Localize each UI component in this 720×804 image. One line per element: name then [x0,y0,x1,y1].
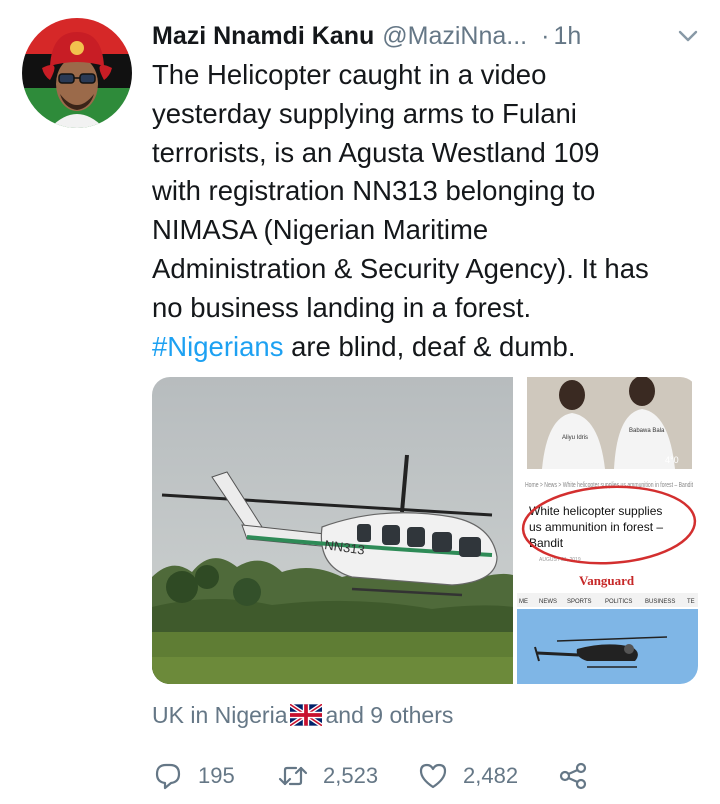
retweet-count: 2,523 [323,763,379,788]
vanguard-nav-item: ME [519,599,528,605]
vanguard-logo: Vanguard [579,573,635,588]
media-photo-helicopter[interactable]: NN313 [152,377,513,684]
hashtag-link[interactable]: #Nigerians [152,331,283,362]
vanguard-nav-item: SPORTS [567,599,592,605]
author-name[interactable]: Mazi Nnamdi Kanu [152,22,374,51]
clip-headline-line: us ammunition in forest – [529,520,663,534]
vanguard-nav-item: BUSINESS [645,599,675,605]
share-button[interactable] [557,760,589,792]
share-icon [559,762,587,790]
timestamp[interactable]: 1h [553,22,581,51]
tweet-actions: 195 2,523 2,482 [152,756,622,796]
tweet-text: The Helicopter caught in a video yesterd… [152,56,700,366]
clip-shirt-label-left: Aliyu Idris [562,435,588,441]
tweet-text-tail: are blind, deaf & dumb. [283,330,576,362]
tweet-header: Mazi Nnamdi Kanu @MaziNna... · 1h [152,18,702,54]
tweet-text-line: no business landing in a forest. [152,291,532,323]
media-photo-vanguard[interactable]: Vanguard ME NEWS SPORTS POLITICS BUSINES… [517,569,698,684]
tweet-text-line: #Nigerians are blind, deaf & dumb. [152,328,700,367]
separator-dot: · [541,21,550,50]
reply-count: 195 [198,763,235,788]
avatar-image [22,18,132,128]
clip-count-badge: 4°0 [665,455,679,465]
media-grid: NN313 Aliyu Idris Babawa Bala 4°0 Home >… [152,377,698,684]
chevron-down-icon[interactable] [674,22,702,50]
tweet-text-line: Administration & Security Agency). It ha… [152,252,649,284]
uk-flag-icon [289,704,322,726]
author-handle[interactable]: @MaziNna... [382,22,527,51]
social-context[interactable]: UK in Nigeria and 9 others [152,700,453,730]
retweet-icon [278,766,308,786]
like-count: 2,482 [463,763,519,788]
media-photo-news-clipping[interactable]: Aliyu Idris Babawa Bala 4°0 Home > News … [517,377,698,565]
tweet-text-line: yesterday supplying arms to Fulani [152,97,577,129]
retweet-button[interactable]: 2,523 [277,760,417,792]
reply-button[interactable]: 195 [152,760,277,792]
clip-headline-line: White helicopter supplies [529,504,662,518]
avatar[interactable] [22,18,132,128]
tweet-text-line: terrorists, is an Agusta Westland 109 [152,136,600,168]
vanguard-nav-item: TE [687,599,695,605]
tweet-text-line: The Helicopter caught in a video [152,59,547,90]
clip-shirt-label-right: Babawa Bala [629,428,665,434]
vanguard-nav-item: POLITICS [605,599,632,605]
like-button[interactable]: 2,482 [417,760,557,792]
reply-icon [155,763,181,790]
social-context-suffix: and 9 others [325,701,454,728]
tweet-text-line: NIMASA (Nigerian Maritime [152,214,489,246]
vanguard-nav-item: NEWS [539,599,557,605]
social-context-prefix: UK in Nigeria [152,701,288,728]
like-icon [419,763,447,789]
tweet-text-line: with registration NN313 belonging to [152,175,596,207]
